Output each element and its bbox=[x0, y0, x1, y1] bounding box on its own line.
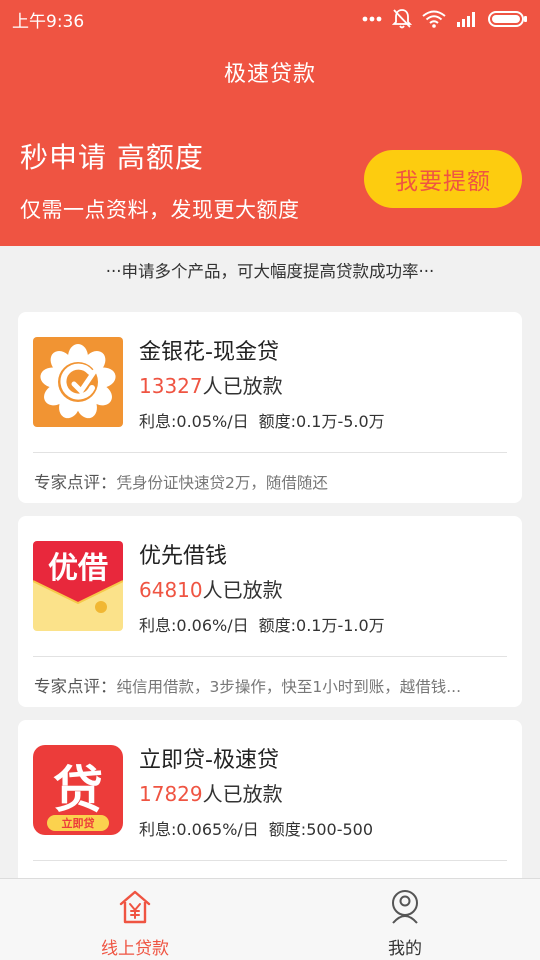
tip-text: ···申请多个产品，可大幅度提高贷款成功率··· bbox=[105, 262, 435, 281]
lijidai-logo-text: 贷 bbox=[53, 761, 103, 819]
rate-info: 利息:0.06%/日 额度:0.1万-1.0万 bbox=[139, 612, 385, 636]
interest-rate: 利息:0.05%/日 bbox=[139, 412, 249, 431]
divider bbox=[33, 860, 507, 861]
status-icons bbox=[362, 8, 528, 30]
status-time: 上午9:36 bbox=[12, 11, 85, 32]
bottom-tab-bar: 线上贷款 我的 bbox=[0, 878, 540, 960]
interest-rate: 利息:0.06%/日 bbox=[139, 616, 249, 635]
review-text: 凭身份证快速贷2万，随借随还 bbox=[116, 474, 328, 492]
profile-icon bbox=[392, 890, 418, 924]
tab-mine[interactable]: 我的 bbox=[270, 879, 540, 960]
loan-count-number: 17829 bbox=[139, 782, 203, 806]
product-card-youxian[interactable]: 优借 优先借钱 64810人已放款 利息:0.06%/日 额度:0.1万-1.0万… bbox=[18, 516, 522, 707]
loan-count: 13327人已放款 bbox=[139, 370, 283, 399]
loan-limit: 额度:0.1万-5.0万 bbox=[258, 412, 385, 431]
lijidai-logo-subtext: 立即贷 bbox=[62, 816, 95, 830]
rate-info: 利息:0.05%/日 额度:0.1万-5.0万 bbox=[139, 408, 385, 432]
review-label: 专家点评： bbox=[34, 473, 117, 492]
promo-title: 秒申请 高额度 bbox=[20, 141, 204, 174]
header: 上午9:36 极速贷款 秒申请 高额度 仅需一点资料，发现更大额度 我要提额 bbox=[0, 0, 540, 246]
product-card-jinyinhua[interactable]: 金银花-现金贷 13327人已放款 利息:0.05%/日 额度:0.1万-5.0万… bbox=[18, 312, 522, 503]
page-title: 极速贷款 bbox=[223, 62, 316, 87]
lijidai-logo: 贷 立即贷 bbox=[33, 745, 123, 835]
raise-limit-button[interactable]: 我要提额 bbox=[364, 150, 522, 208]
loan-count-number: 13327 bbox=[139, 374, 203, 398]
loan-count: 17829人已放款 bbox=[139, 778, 283, 807]
product-name: 优先借钱 bbox=[139, 544, 228, 569]
bell-off-icon bbox=[392, 9, 412, 29]
divider bbox=[33, 452, 507, 453]
tab-mine-label: 我的 bbox=[388, 939, 422, 959]
loan-count-suffix: 人已放款 bbox=[202, 374, 283, 398]
loan-limit: 额度:500-500 bbox=[268, 820, 374, 839]
expert-review: 专家点评：凭身份证快速贷2万，随借随还 bbox=[34, 469, 514, 493]
divider bbox=[33, 656, 507, 657]
loan-house-icon bbox=[119, 890, 151, 924]
product-name: 立即贷-极速贷 bbox=[139, 748, 279, 773]
expert-review: 专家点评：纯信用借款，3步操作，快至1小时到账，越借钱... bbox=[34, 673, 514, 697]
rate-info: 利息:0.065%/日 额度:500-500 bbox=[139, 816, 373, 840]
review-text: 纯信用借款，3步操作，快至1小时到账，越借钱... bbox=[116, 678, 462, 696]
jinyinhua-logo bbox=[33, 337, 123, 427]
tab-online-loan[interactable]: 线上贷款 bbox=[0, 879, 270, 960]
loan-limit: 额度:0.1万-1.0万 bbox=[258, 616, 385, 635]
loan-count-suffix: 人已放款 bbox=[202, 782, 283, 806]
youjie-logo: 优借 bbox=[33, 541, 123, 631]
loan-count: 64810人已放款 bbox=[139, 574, 283, 603]
wifi-icon bbox=[422, 10, 446, 28]
battery-icon bbox=[488, 11, 527, 27]
loan-count-number: 64810 bbox=[139, 578, 203, 602]
youjie-logo-text: 优借 bbox=[48, 551, 108, 586]
review-label: 专家点评： bbox=[34, 677, 117, 696]
signal-icon bbox=[457, 12, 475, 27]
product-name: 金银花-现金贷 bbox=[139, 340, 279, 365]
more-dots-icon bbox=[362, 16, 382, 22]
promo-subtitle: 仅需一点资料，发现更大额度 bbox=[20, 198, 300, 222]
loan-count-suffix: 人已放款 bbox=[202, 578, 283, 602]
status-bar: 上午9:36 bbox=[0, 0, 540, 38]
interest-rate: 利息:0.065%/日 bbox=[139, 820, 259, 839]
tab-online-loan-label: 线上贷款 bbox=[101, 939, 169, 959]
